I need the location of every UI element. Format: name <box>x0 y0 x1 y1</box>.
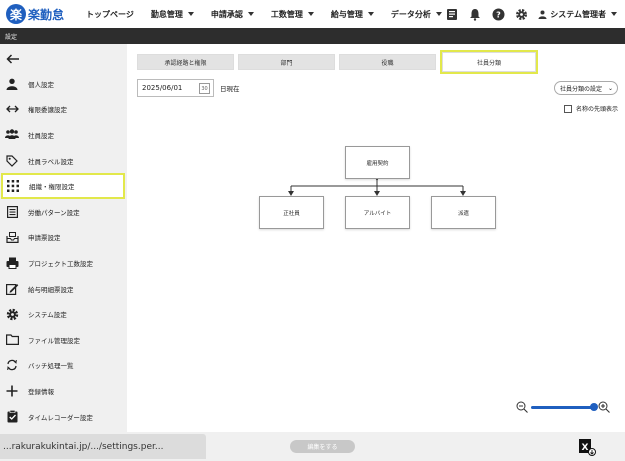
date-row: 2025/06/01 30 日現在 <box>137 79 240 97</box>
sidebar-item-payslips[interactable]: 給与明細票設定 <box>0 276 127 302</box>
show-name-first-label: 名称の先頭表示 <box>575 106 618 113</box>
menu-workhours[interactable]: 工数管理 <box>271 9 314 20</box>
zoom-in-icon[interactable] <box>598 401 610 413</box>
caret-down-icon <box>187 12 194 16</box>
org-node-part-time[interactable]: アルバイト <box>345 196 410 229</box>
sidebar-item-file-management[interactable]: ファイル管理設定 <box>0 327 127 353</box>
tab-employee-categories[interactable]: 社員分類 <box>440 50 538 74</box>
sidebar-item-project-hours[interactable]: プロジェクト工数設定 <box>0 250 127 276</box>
sidebar: 個人設定 権限委譲設定 社員設定 社員ラベル設定 組織・権限設定 労働パターン設… <box>0 44 127 432</box>
org-node-regular[interactable]: 正社員 <box>259 196 324 229</box>
breadcrumb: 設定 <box>5 33 18 41</box>
sidebar-item-employee-labels[interactable]: 社員ラベル設定 <box>0 148 127 174</box>
gear-icon <box>5 307 19 321</box>
show-name-first-checkbox[interactable] <box>563 104 572 113</box>
tab-bar: 承認経路と権限 部門 役職 社員分類 <box>137 50 540 74</box>
tab-departments[interactable]: 部門 <box>238 54 335 70</box>
bell-icon[interactable] <box>468 7 482 21</box>
person-icon <box>5 77 19 91</box>
edit-doc-icon <box>5 282 19 296</box>
menu-attendance[interactable]: 勤怠管理 <box>151 9 194 20</box>
user-menu[interactable]: システム管理者 <box>538 9 617 20</box>
employee-category-settings-select[interactable]: 社員分類の設定 ⌄ <box>554 81 618 95</box>
sidebar-item-batch-jobs[interactable]: バッチ処理一覧 <box>0 353 127 379</box>
grid-dots-icon <box>6 179 20 193</box>
sidebar-item-organization[interactable]: 組織・権限設定 <box>1 173 125 199</box>
logo-text: 楽勤怠 <box>28 7 65 22</box>
sidebar-item-employees[interactable]: 社員設定 <box>0 122 127 148</box>
zoom-control <box>516 399 616 415</box>
svg-text:?: ? <box>496 10 501 19</box>
sidebar-item-registration[interactable]: 登録情報 <box>0 378 127 404</box>
zoom-slider-handle[interactable] <box>590 402 598 411</box>
sidebar-item-work-patterns[interactable]: 労働パターン設定 <box>0 199 127 225</box>
logo-mark: 楽 <box>6 4 26 24</box>
caret-down-icon <box>367 12 374 16</box>
breadcrumb-bar: 設定 <box>0 28 625 44</box>
menu-data-analysis[interactable]: データ分析 <box>391 9 442 20</box>
gear-icon[interactable] <box>514 7 528 21</box>
date-suffix: 日現在 <box>220 85 240 93</box>
date-value: 2025/06/01 <box>142 84 183 92</box>
arrow-left-icon <box>6 54 19 64</box>
folder-icon <box>5 333 19 347</box>
checklist-icon[interactable] <box>445 7 459 21</box>
tab-positions[interactable]: 役職 <box>339 54 436 70</box>
caret-down-icon <box>611 12 617 16</box>
sync-icon <box>5 358 19 372</box>
menu-top-page[interactable]: トップページ <box>86 9 134 20</box>
swap-arrows-icon <box>5 102 19 116</box>
menu-payroll[interactable]: 給与管理 <box>331 9 374 20</box>
zoom-slider[interactable] <box>531 402 598 411</box>
sidebar-item-system[interactable]: システム設定 <box>0 301 127 327</box>
plus-icon <box>5 384 19 398</box>
main-menu: トップページ 勤怠管理 申請承認 工数管理 給与管理 データ分析 <box>86 9 459 20</box>
tab-approval-routes[interactable]: 承認経路と権限 <box>137 54 234 70</box>
clipboard-check-icon <box>5 410 19 424</box>
top-navigation: 楽 楽勤怠 トップページ 勤怠管理 申請承認 工数管理 給与管理 データ分析 ?… <box>0 0 625 28</box>
chevron-down-icon: ⌄ <box>607 85 613 92</box>
svg-text:X: X <box>582 443 589 453</box>
edit-button[interactable]: 編集をする <box>290 440 355 453</box>
help-icon[interactable]: ? <box>491 7 505 21</box>
app-logo[interactable]: 楽 楽勤怠 <box>6 4 64 24</box>
menu-approval[interactable]: 申請承認 <box>211 9 254 20</box>
status-url: ...rakurakukintai.jp/.../settings.per... <box>0 434 206 459</box>
inbox-icon <box>5 230 19 244</box>
org-node-root[interactable]: 雇用契約 <box>345 146 410 179</box>
sidebar-item-delegation[interactable]: 権限委譲設定 <box>0 97 127 123</box>
org-node-dispatch[interactable]: 派遣 <box>431 196 496 229</box>
sidebar-item-request-forms[interactable]: 申請票設定 <box>0 225 127 251</box>
select-value: 社員分類の設定 <box>560 85 603 93</box>
caret-down-icon <box>247 12 254 16</box>
back-button[interactable] <box>0 44 127 74</box>
people-icon <box>5 128 19 142</box>
printer-icon <box>5 256 19 270</box>
caret-down-icon <box>307 12 314 16</box>
date-input[interactable]: 2025/06/01 30 <box>137 79 214 97</box>
user-icon <box>538 10 547 19</box>
show-name-first-option[interactable]: 名称の先頭表示 <box>563 104 618 113</box>
list-doc-icon <box>5 205 19 219</box>
header-actions: ? システム管理者 <box>436 0 617 28</box>
excel-export-icon[interactable]: X <box>578 438 596 456</box>
sidebar-item-time-recorder[interactable]: タイムレコーダー設定 <box>0 404 127 430</box>
zoom-out-icon[interactable] <box>516 401 528 413</box>
sidebar-item-personal[interactable]: 個人設定 <box>0 71 127 97</box>
user-name: システム管理者 <box>550 9 606 19</box>
calendar-icon[interactable]: 30 <box>199 83 210 94</box>
tag-icon <box>5 154 19 168</box>
